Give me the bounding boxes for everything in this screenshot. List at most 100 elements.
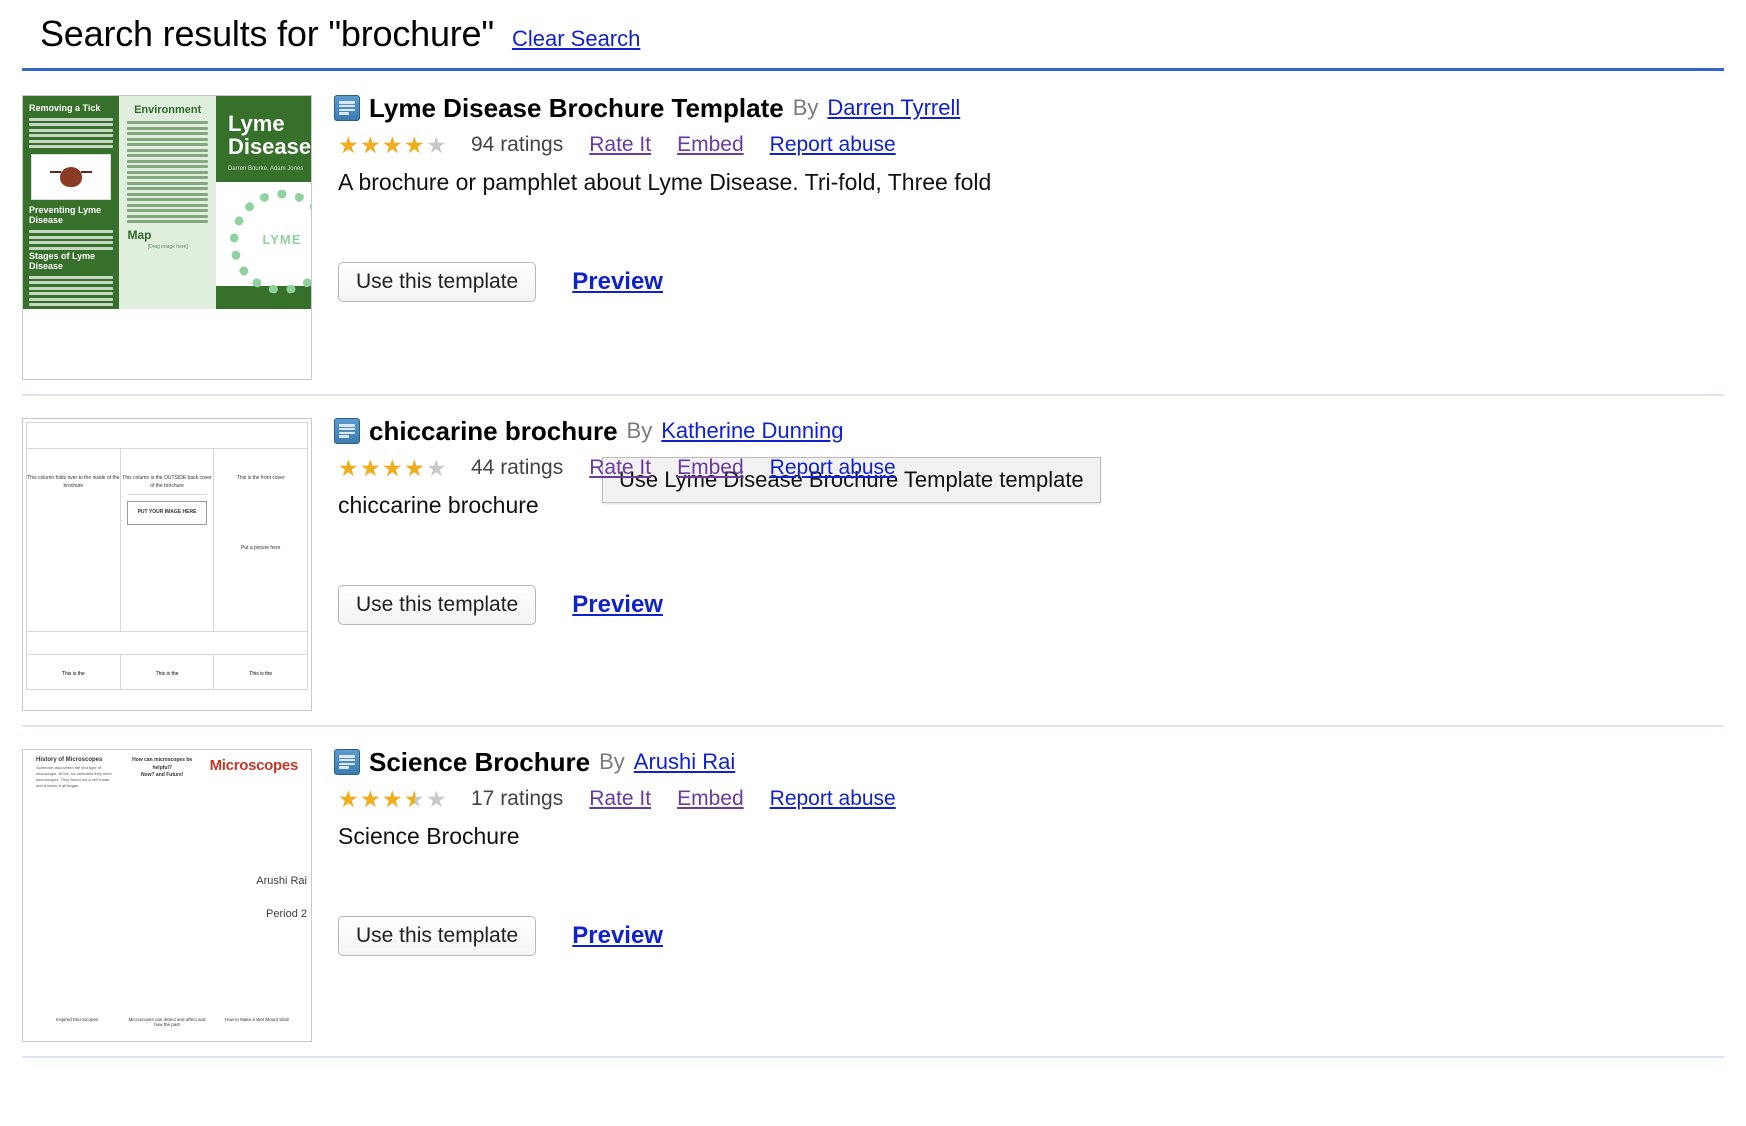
thumb-col-right: Microscopes <box>206 757 302 789</box>
result-info: chiccarine brochure By Katherine Dunning… <box>312 418 1724 625</box>
thumbnail-wrapper: This column folds over to the inside of … <box>22 418 312 711</box>
report-abuse-link[interactable]: Report abuse <box>770 133 896 157</box>
thumb-period: Period 2 <box>266 908 307 920</box>
use-this-template-button[interactable]: Use this template <box>338 262 537 302</box>
thumb-col1-text: This column folds over to the inside of … <box>27 475 120 489</box>
template-title[interactable]: chiccarine brochure <box>369 418 618 444</box>
result-info: Lyme Disease Brochure Template By Darren… <box>312 95 1724 302</box>
author-link[interactable]: Darren Tyrrell <box>827 97 960 119</box>
tick-image <box>31 154 112 201</box>
document-icon <box>334 95 360 121</box>
thumb-col1-heading: History of Microscopes <box>36 757 103 763</box>
result-row: Removing a Tick Preventing Lyme Disease … <box>22 71 1724 503</box>
embed-link[interactable]: Embed <box>677 133 744 157</box>
thumb-foot-2: This is the <box>121 655 215 689</box>
embed-link[interactable]: Embed <box>677 456 744 480</box>
thumb-foot-3: This is the <box>249 671 273 677</box>
template-thumbnail-chiccarine[interactable]: This column folds over to the inside of … <box>22 418 312 711</box>
search-results-page: Search results for "brochure" Clear Sear… <box>0 0 1746 1126</box>
rate-it-link[interactable]: Rate It <box>589 456 651 480</box>
template-thumbnail-science[interactable]: History of Microscopes Someone discovere… <box>22 749 312 1042</box>
thumb-author-name: Arushi Rai <box>256 875 307 887</box>
thumbnail-art: History of Microscopes Someone discovere… <box>23 750 311 1041</box>
use-this-template-button[interactable]: Use this template <box>338 585 537 625</box>
ratings-count: 17 ratings <box>471 787 564 810</box>
thumb-seal: LYME <box>215 182 311 295</box>
thumb-lyme-subtitle: Darren Bourke, Adam Jones <box>227 166 304 173</box>
results-list: Removing a Tick Preventing Lyme Disease … <box>22 71 1724 1058</box>
template-description: chiccarine brochure <box>338 492 539 518</box>
rate-it-link[interactable]: Rate It <box>589 787 651 811</box>
thumb-col-right: Lyme Disease Darren Bourke, Adam Jones L… <box>215 96 311 309</box>
search-header: Search results for "brochure" Clear Sear… <box>22 0 1724 54</box>
thumb-foot-1: This is the <box>27 655 121 689</box>
title-line: Science Brochure By Arushi Rai <box>334 749 1724 775</box>
preview-link[interactable]: Preview <box>572 591 663 619</box>
star-rating: ★ ★ ★ ★ ★ ★ ★ ★ ★ <box>338 785 447 812</box>
thumb-col2-text: This column is the OUTSIDE back cover of… <box>122 475 212 489</box>
action-row: Use this template Preview <box>334 262 1724 302</box>
by-label: By <box>792 95 819 120</box>
thumb-map-word: Map <box>127 228 152 242</box>
thumb-col-mid: How can microscopes be helpful? Now? and… <box>119 757 206 789</box>
thumb-col3-text: This is the front cover <box>236 475 285 481</box>
result-info: Science Brochure By Arushi Rai ★ ★ ★ ★ ★ ★ … <box>312 749 1724 956</box>
thumb-col3-note: Put a picture here <box>240 545 281 551</box>
template-thumbnail-lyme[interactable]: Removing a Tick Preventing Lyme Disease … <box>22 95 312 380</box>
use-this-template-button[interactable]: Use this template <box>338 916 537 956</box>
result-row: History of Microscopes Someone discovere… <box>22 727 1724 1058</box>
page-title: Search results for "brochure" <box>40 13 494 54</box>
clear-search-link[interactable]: Clear Search <box>512 26 640 52</box>
embed-link[interactable]: Embed <box>677 787 744 811</box>
document-icon <box>334 418 360 444</box>
thumb-foot-3: How to Make a Wet Mount Slide <box>224 1017 290 1022</box>
preview-link[interactable]: Preview <box>572 268 663 296</box>
result-row: This column folds over to the inside of … <box>22 396 1724 727</box>
thumb-col2-sub: Now? and Future! <box>140 772 184 778</box>
thumb-heading-3: Stages of Lyme Disease <box>29 251 96 272</box>
thumb-col-left: This column folds over to the inside of … <box>27 449 121 631</box>
thumb-foot-2: Microscopes can detect and affect and ho… <box>128 1017 206 1027</box>
thumbnail-art: Removing a Tick Preventing Lyme Disease … <box>23 96 311 309</box>
author-link[interactable]: Katherine Dunning <box>661 420 843 442</box>
thumbnail-wrapper: History of Microscopes Someone discovere… <box>22 749 312 1042</box>
thumb-col-left: History of Microscopes Someone discovere… <box>32 757 119 789</box>
template-description: Science Brochure <box>338 823 520 849</box>
report-abuse-link[interactable]: Report abuse <box>770 787 896 811</box>
title-line: chiccarine brochure By Katherine Dunning <box>334 418 1724 444</box>
thumb-foot-1: Inspired Microscopes <box>55 1017 99 1022</box>
thumb-col-mid: Environment Map [Drag image here] <box>119 96 216 309</box>
thumb-col-left: Removing a Tick Preventing Lyme Disease … <box>23 96 120 309</box>
ratings-count: 44 ratings <box>471 456 564 479</box>
thumb-col-mid: This column is the OUTSIDE back cover of… <box>121 449 215 631</box>
thumb-photo-box: PUT YOUR IMAGE HERE <box>126 501 208 525</box>
author-link[interactable]: Arushi Rai <box>634 751 735 773</box>
thumb-env-heading: Environment <box>134 104 202 116</box>
thumbnail-art: This column folds over to the inside of … <box>23 419 311 710</box>
template-description: A brochure or pamphlet about Lyme Diseas… <box>338 169 992 195</box>
action-row: Use this template Preview <box>334 916 1724 956</box>
meta-line: ★ ★ ★ ★ ★ ★ ★ ★ ★ 94 ratings Rate It Embed R… <box>334 133 1724 157</box>
template-title[interactable]: Science Brochure <box>369 749 590 775</box>
thumb-col3-title: Microscopes <box>209 757 299 774</box>
thumbnail-wrapper: Removing a Tick Preventing Lyme Disease … <box>22 95 312 380</box>
thumb-heading-2: Preventing Lyme Disease <box>29 205 102 226</box>
action-row: Use this template Preview <box>334 585 1724 625</box>
document-icon <box>334 749 360 775</box>
report-abuse-link[interactable]: Report abuse <box>770 456 896 480</box>
star-rating: ★ ★ ★ ★ ★ ★ ★ ★ ★ <box>338 454 447 481</box>
meta-line: ★ ★ ★ ★ ★ ★ ★ ★ ★ 17 ratings Rate It Embed R… <box>334 787 1724 811</box>
preview-link[interactable]: Preview <box>572 922 663 950</box>
by-label: By <box>599 749 625 774</box>
star-rating: ★ ★ ★ ★ ★ ★ ★ ★ ★ <box>338 131 447 158</box>
ratings-count: 94 ratings <box>471 133 564 156</box>
meta-line: ★ ★ ★ ★ ★ ★ ★ ★ ★ 44 ratings Rate It Embed R… <box>334 456 1724 480</box>
template-title[interactable]: Lyme Disease Brochure Template <box>369 95 784 121</box>
by-label: By <box>626 418 653 443</box>
thumb-col1-body: Someone discovered the first type of mic… <box>36 765 112 788</box>
seal-text: LYME <box>262 232 302 248</box>
title-line: Lyme Disease Brochure Template By Darren… <box>334 95 1724 121</box>
thumb-map-note: [Drag image here] <box>147 244 188 250</box>
thumb-col-right: This is the front cover Put a picture he… <box>214 449 307 631</box>
rate-it-link[interactable]: Rate It <box>589 133 651 157</box>
